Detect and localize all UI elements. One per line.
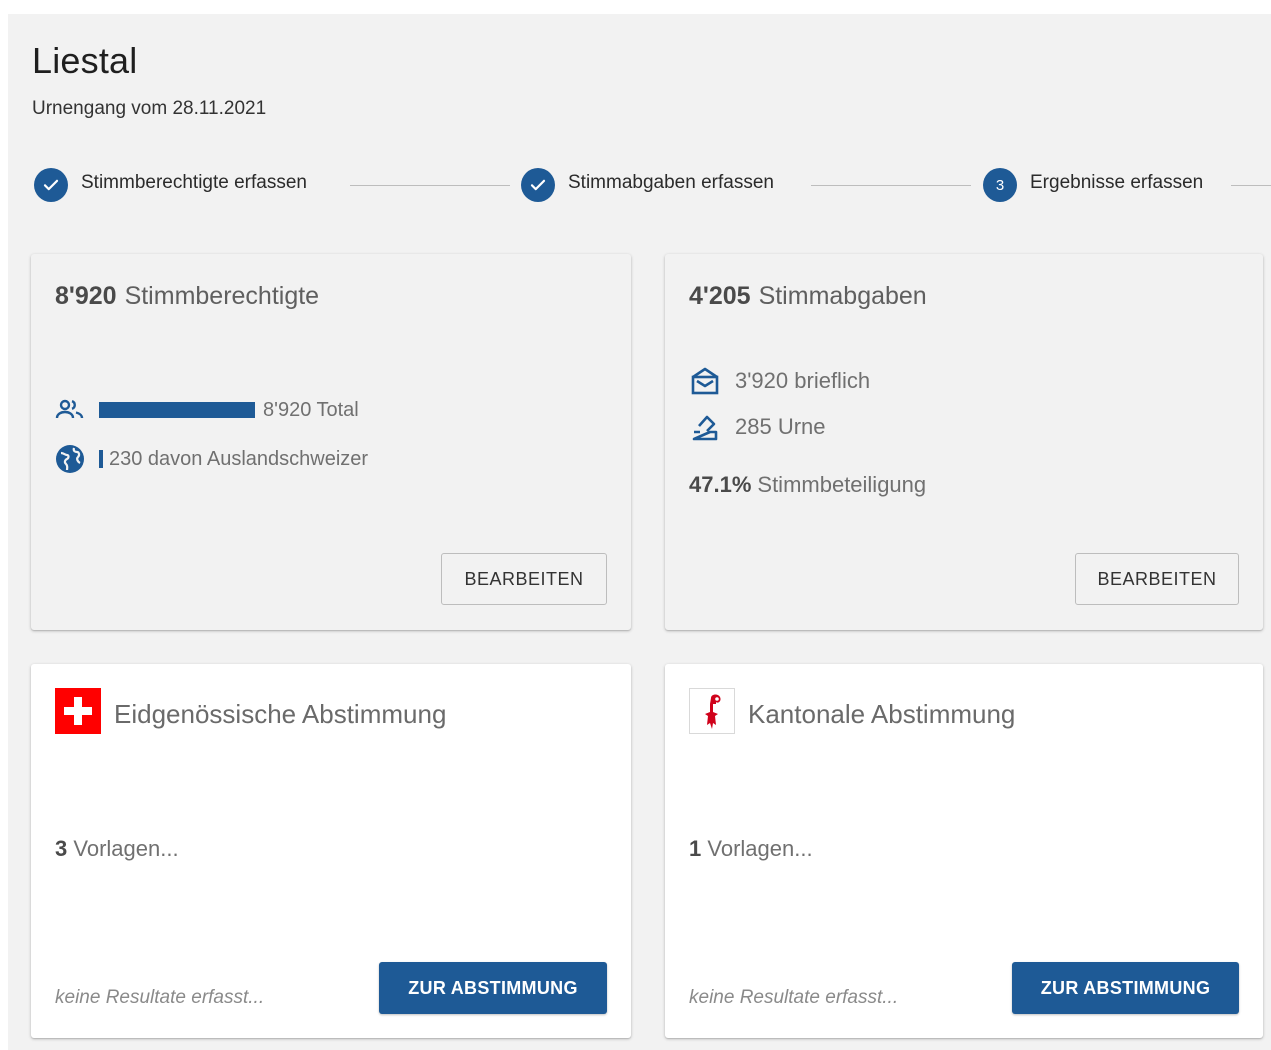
swiss-flag-icon bbox=[55, 688, 101, 741]
federal-open-vote-button[interactable]: ZUR ABSTIMMUNG bbox=[379, 962, 607, 1014]
page-subtitle: Urnengang vom 28.11.2021 bbox=[32, 98, 267, 119]
globe-icon bbox=[55, 444, 89, 474]
urn-votes-text: 285 Urne bbox=[735, 414, 826, 439]
step-3-number-icon[interactable]: 3 bbox=[983, 168, 1017, 202]
cantonal-vorlagen-count: 1 bbox=[689, 836, 702, 861]
cantonal-vote-heading: Kantonale Abstimmung bbox=[689, 688, 1015, 741]
urn-votes-row: 285 Urne bbox=[689, 412, 826, 442]
mail-votes-text: 3'920 brieflich bbox=[735, 368, 871, 393]
abroad-text: 230 davon Auslandschweizer bbox=[109, 447, 369, 470]
basel-land-flag-icon bbox=[689, 688, 735, 741]
edit-votes-button[interactable]: BEARBEITEN bbox=[1075, 553, 1239, 605]
abroad-row: 230 davon Auslandschweizer bbox=[55, 444, 368, 474]
federal-vorlagen: 3 Vorlagen... bbox=[55, 836, 179, 862]
stepper: Stimmberechtigte erfassen Stimmabgaben e… bbox=[34, 168, 1271, 202]
step-connector bbox=[1231, 185, 1271, 186]
step-2-label[interactable]: Stimmabgaben erfassen bbox=[568, 172, 774, 194]
eligible-voters-label: Stimmberechtigte bbox=[124, 282, 320, 310]
federal-vote-title: Eidgenössische Abstimmung bbox=[114, 699, 447, 729]
cantonal-vote-card: Kantonale Abstimmung 1 Vorlagen... keine… bbox=[665, 664, 1263, 1038]
votes-cast-heading: 4'205 Stimmabgaben bbox=[689, 282, 927, 311]
cantonal-vorlagen-label: Vorlagen... bbox=[707, 836, 813, 861]
federal-vorlagen-label: Vorlagen... bbox=[73, 836, 179, 861]
federal-vote-card: Eidgenössische Abstimmung 3 Vorlagen... … bbox=[31, 664, 631, 1038]
step-connector bbox=[811, 185, 971, 186]
step-1-label[interactable]: Stimmberechtigte erfassen bbox=[81, 172, 307, 194]
step-2-check-icon[interactable] bbox=[521, 168, 555, 202]
total-row: 8'920 Total bbox=[55, 398, 359, 422]
turnout-label: Stimmbeteiligung bbox=[757, 472, 927, 497]
eligible-voters-card: 8'920 Stimmberechtigte 8'920 Total 230 d… bbox=[31, 254, 631, 630]
step-3-number: 3 bbox=[995, 176, 1005, 194]
federal-vorlagen-count: 3 bbox=[55, 836, 68, 861]
votes-cast-label: Stimmabgaben bbox=[758, 282, 927, 310]
ballot-box-icon bbox=[689, 412, 735, 442]
cantonal-vorlagen: 1 Vorlagen... bbox=[689, 836, 813, 862]
step-1-check-icon[interactable] bbox=[34, 168, 68, 202]
votes-cast-count: 4'205 bbox=[689, 282, 751, 310]
page: Liestal Urnengang vom 28.11.2021 Stimmbe… bbox=[8, 14, 1271, 1050]
total-bar bbox=[99, 402, 255, 418]
people-icon bbox=[55, 398, 89, 422]
step-3-label[interactable]: Ergebnisse erfassen bbox=[1030, 172, 1203, 194]
envelope-icon bbox=[689, 366, 735, 396]
turnout-row: 47.1% Stimmbeteiligung bbox=[689, 472, 926, 498]
page-title: Liestal bbox=[32, 40, 138, 81]
total-text: 8'920 Total bbox=[263, 398, 359, 421]
votes-cast-card: 4'205 Stimmabgaben 3'920 brieflich 285 Ur… bbox=[665, 254, 1263, 630]
edit-eligible-button[interactable]: BEARBEITEN bbox=[441, 553, 607, 605]
cantonal-vote-title: Kantonale Abstimmung bbox=[748, 699, 1016, 729]
federal-vote-heading: Eidgenössische Abstimmung bbox=[55, 688, 446, 741]
eligible-voters-count: 8'920 bbox=[55, 282, 117, 310]
federal-status: keine Resultate erfasst... bbox=[55, 987, 265, 1008]
cantonal-open-vote-button[interactable]: ZUR ABSTIMMUNG bbox=[1012, 962, 1239, 1014]
mail-votes-row: 3'920 brieflich bbox=[689, 366, 870, 396]
abroad-bar bbox=[99, 450, 103, 468]
eligible-voters-heading: 8'920 Stimmberechtigte bbox=[55, 282, 319, 311]
turnout-value: 47.1% bbox=[689, 472, 752, 497]
cantonal-status: keine Resultate erfasst... bbox=[689, 987, 899, 1008]
step-connector bbox=[350, 185, 510, 186]
